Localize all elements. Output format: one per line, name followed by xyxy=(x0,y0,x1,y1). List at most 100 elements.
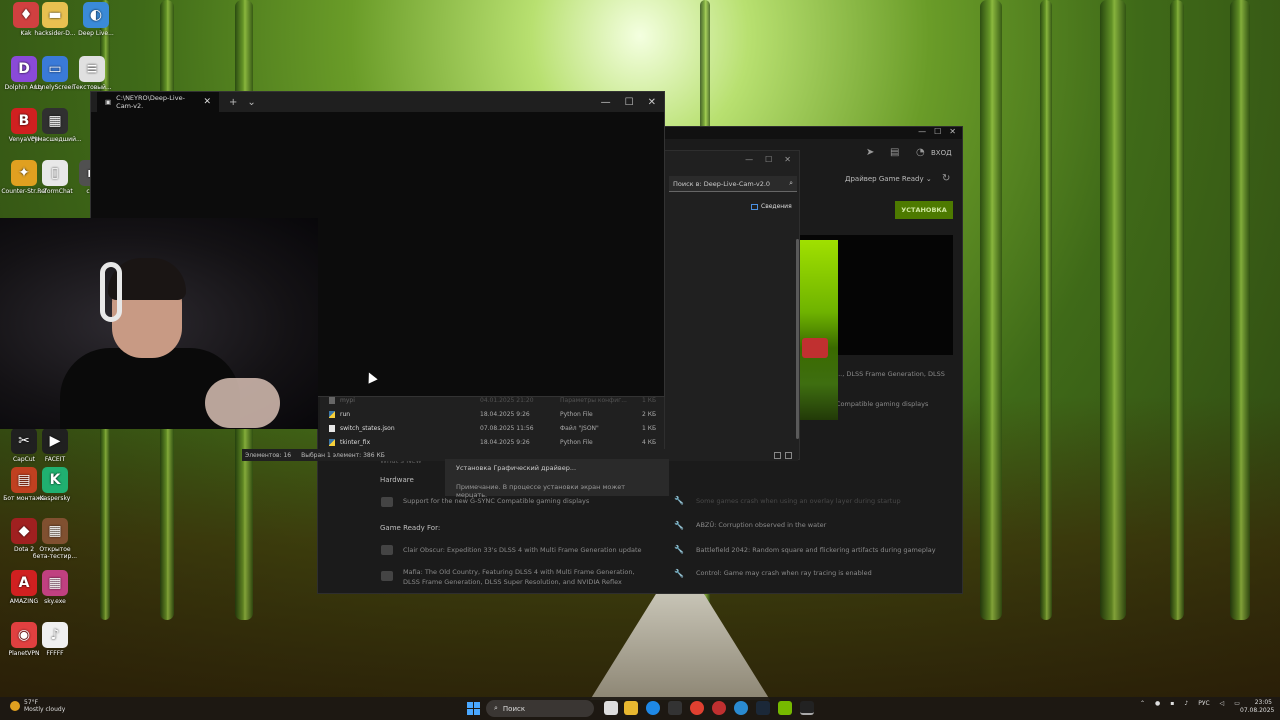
desktop-icon[interactable]: K Kaspersky xyxy=(31,467,79,502)
app-icon: ▦ xyxy=(42,570,68,596)
file-name: run xyxy=(340,410,351,418)
task-view-icon[interactable] xyxy=(604,701,618,715)
desktop-icon-label: FFFFF xyxy=(46,650,64,657)
minimize-button[interactable]: — xyxy=(918,127,926,136)
file-icon xyxy=(329,396,335,404)
notifications-icon[interactable]: ▤ xyxy=(890,147,899,158)
volume-icon[interactable]: ◁ xyxy=(1220,700,1225,707)
fix-item: Control: Game may crash when ray tracing… xyxy=(696,569,872,577)
weather-widget[interactable]: 57°F Mostly cloudy xyxy=(10,699,65,713)
maximize-button[interactable]: ☐ xyxy=(934,127,941,136)
headset-icon xyxy=(100,262,122,322)
bamboo-stalk xyxy=(1230,0,1250,620)
details-view-icon[interactable] xyxy=(774,451,781,459)
app-icon[interactable] xyxy=(668,701,682,715)
desktop-icon-label: Открытое бета-тестир... xyxy=(32,546,78,560)
game-artwork-detail xyxy=(802,338,828,358)
desktop-icon[interactable]: ≡ Текстовый... xyxy=(68,56,116,91)
desktop-icon[interactable]: ♪ FFFFF xyxy=(31,622,79,657)
minimize-button[interactable]: — xyxy=(745,155,753,164)
desktop-icon[interactable]: ◐ Deep Live... xyxy=(72,2,120,37)
language-indicator[interactable]: РУС xyxy=(1198,700,1209,707)
system-tray: ⌃ ● ▪ ♪ РУС ◁ ▭ xyxy=(1140,700,1240,707)
file-row[interactable]: switch_states.json 07.08.2025 11:56 Файл "… xyxy=(320,421,664,435)
share-icon[interactable]: ➤ xyxy=(866,147,874,158)
app-icon: ◐ xyxy=(83,2,109,28)
close-button[interactable]: ✕ xyxy=(784,155,791,164)
bamboo-stalk xyxy=(980,0,1002,620)
maximize-button[interactable]: ☐ xyxy=(765,155,772,164)
desktop-icon-label: sky.exe xyxy=(44,598,66,605)
gamepad-icon xyxy=(381,497,393,507)
desktop-icon[interactable]: ▶ FACEIT xyxy=(31,428,79,463)
details-button[interactable]: Сведения xyxy=(751,203,792,210)
terminal-tab-title: C:\NEYRO\Deep-Live-Cam-v2. xyxy=(116,94,185,110)
nvidia-window-controls: — ☐ ✕ xyxy=(918,127,956,136)
close-button[interactable]: ✕ xyxy=(949,127,956,136)
file-row[interactable]: tkinter_fix 18.04.2025 9:26 Python File 4 К… xyxy=(320,435,664,449)
telegram-icon[interactable] xyxy=(734,701,748,715)
file-size: 1 КБ xyxy=(642,424,657,432)
desktop-icon-label: Kaspersky xyxy=(39,495,71,502)
tab-dropdown-button[interactable]: ⌄ xyxy=(247,97,255,108)
banner-text: ..., DLSS Frame Generation, DLSS xyxy=(836,370,945,378)
file-type: Файл "JSON" xyxy=(560,424,599,432)
desktop-icon[interactable]: ▦ Открытое бета-тестир... xyxy=(31,518,79,560)
taskbar: 57°F Mostly cloudy ⌕ Поиск ⌃ ● ▪ ♪ РУС ◁… xyxy=(0,697,1280,720)
game-item: Clair Obscur: Expedition 33's DLSS 4 wit… xyxy=(403,546,642,554)
refresh-icon[interactable]: ↻ xyxy=(942,173,950,184)
hardware-heading: Hardware xyxy=(380,476,414,484)
webcam-overlay xyxy=(0,218,318,429)
explorer-search-input[interactable]: Поиск в: Deep-Live-Cam-v2.0 ⌕ xyxy=(669,176,797,192)
tray-app-icon[interactable]: ● xyxy=(1155,700,1160,707)
tiles-view-icon[interactable] xyxy=(785,451,792,459)
file-explorer-window[interactable]: — ☐ ✕ Поиск в: Deep-Live-Cam-v2.0 ⌕ Свед… xyxy=(664,150,800,460)
tray-app-icon[interactable]: ▪ xyxy=(1170,700,1174,707)
install-progress-dialog: Установка Графический драйвер... Примеча… xyxy=(445,459,669,499)
clock[interactable]: 23:05 07.08.2025 xyxy=(1240,699,1274,715)
item-count: Элементов: 16 xyxy=(245,451,292,459)
edge-icon[interactable] xyxy=(646,701,660,715)
file-row[interactable]: run 18.04.2025 9:26 Python File 2 КБ xyxy=(320,407,664,421)
search-text: Поиск в: Deep-Live-Cam-v2.0 xyxy=(673,179,771,188)
game-item: DLSS Frame Generation, DLSS Super Resolu… xyxy=(403,578,622,586)
steam-icon[interactable] xyxy=(756,701,770,715)
desktop-icon[interactable]: ▦ sky.exe xyxy=(31,570,79,605)
desktop-icon-label: Deep Live... xyxy=(78,30,114,37)
driver-label: Драйвер Game Ready xyxy=(845,175,924,183)
mic-icon[interactable]: ♪ xyxy=(1184,700,1188,707)
close-button[interactable]: ✕ xyxy=(648,97,656,108)
close-tab-icon[interactable]: ✕ xyxy=(203,97,211,107)
taskbar-search[interactable]: ⌕ Поиск xyxy=(486,700,594,717)
install-button[interactable]: УСТАНОВКА xyxy=(895,201,953,219)
scrollbar[interactable] xyxy=(796,239,799,439)
new-tab-button[interactable]: + xyxy=(229,97,237,108)
start-button[interactable] xyxy=(467,702,480,715)
fix-item: ABZÛ: Corruption observed in the water xyxy=(696,521,827,529)
view-toggle[interactable] xyxy=(774,451,792,459)
minimize-button[interactable]: — xyxy=(601,97,611,108)
file-type: Параметры конфиг... xyxy=(560,396,627,404)
taskbar-search-label: Поиск xyxy=(502,704,526,713)
file-size: 4 КБ xyxy=(642,438,657,446)
chrome-icon[interactable] xyxy=(690,701,704,715)
bamboo-stalk xyxy=(1040,0,1052,620)
nvidia-icon[interactable] xyxy=(778,701,792,715)
terminal-tab[interactable]: ▣ C:\NEYRO\Deep-Live-Cam-v2. ✕ xyxy=(97,92,219,112)
details-pane-icon xyxy=(751,203,758,210)
desktop-icon[interactable]: ▦ сумасшедший... xyxy=(31,108,82,143)
app-icon[interactable] xyxy=(712,701,726,715)
driver-dropdown[interactable]: Драйвер Game Ready ⌄ xyxy=(845,175,932,183)
terminal-icon[interactable] xyxy=(800,701,814,715)
chevron-up-icon[interactable]: ⌃ xyxy=(1140,700,1145,707)
app-icon: ▦ xyxy=(42,518,68,544)
wrench-icon: 🔧 xyxy=(674,521,684,530)
maximize-button[interactable]: ☐ xyxy=(625,97,634,108)
app-icon: K xyxy=(42,467,68,493)
terminal-title-bar: ▣ C:\NEYRO\Deep-Live-Cam-v2. ✕ + ⌄ — ☐ ✕ xyxy=(91,92,664,112)
file-icon xyxy=(329,438,335,446)
file-explorer-icon[interactable] xyxy=(624,701,638,715)
user-icon[interactable]: ◔ xyxy=(916,147,925,158)
install-status: Установка Графический драйвер... xyxy=(456,464,577,472)
login-link[interactable]: ВХОД xyxy=(931,149,952,157)
